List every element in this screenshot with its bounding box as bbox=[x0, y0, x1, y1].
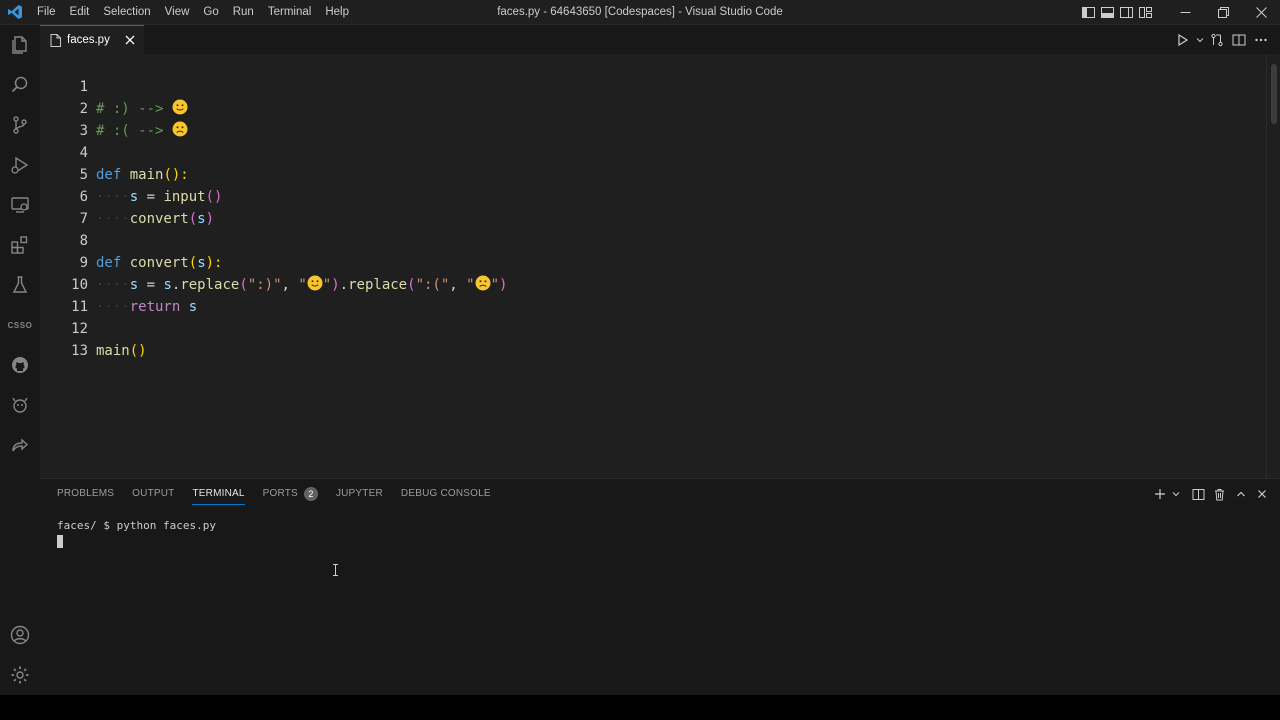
menu-view[interactable]: View bbox=[158, 0, 197, 25]
css-icon[interactable]: CSSO bbox=[0, 305, 40, 345]
tab-label: PROBLEMS bbox=[57, 488, 115, 499]
tab-terminal[interactable]: TERMINAL bbox=[183, 479, 253, 509]
tab-label: JUPYTER bbox=[335, 488, 383, 499]
editor-scrollbar[interactable] bbox=[1266, 54, 1280, 478]
tab-debug-console[interactable]: DEBUG CONSOLE bbox=[392, 479, 500, 509]
chevron-down-icon[interactable] bbox=[1194, 29, 1206, 51]
tab-label: PORTS bbox=[262, 488, 298, 499]
toggle-panel-icon[interactable] bbox=[1098, 0, 1116, 25]
close-window-icon[interactable] bbox=[1242, 0, 1280, 25]
code-line: 7 bbox=[40, 186, 1240, 227]
live-share-icon[interactable] bbox=[0, 425, 40, 465]
github-icon[interactable] bbox=[0, 345, 40, 385]
toggle-primary-sidebar-icon[interactable] bbox=[1079, 0, 1097, 25]
menu-file[interactable]: File bbox=[30, 0, 63, 25]
tab-label: TERMINAL bbox=[192, 488, 245, 499]
terminal-output[interactable]: faces/ $ python faces.py bbox=[57, 519, 216, 533]
minimize-icon[interactable] bbox=[1166, 0, 1204, 25]
trash-icon[interactable] bbox=[1209, 483, 1230, 505]
maximize-panel-icon[interactable] bbox=[1230, 483, 1251, 505]
manage-icon[interactable] bbox=[0, 655, 40, 695]
remote-explorer-icon[interactable] bbox=[0, 185, 40, 225]
menu-selection[interactable]: Selection bbox=[96, 0, 157, 25]
line-number: 13 bbox=[71, 343, 88, 359]
css-icon-text: CSSO bbox=[7, 320, 33, 330]
function-name: main bbox=[96, 343, 130, 359]
run-debug-icon[interactable] bbox=[0, 145, 40, 185]
menu-go[interactable]: Go bbox=[196, 0, 225, 25]
code-line: 1 # :) --> bbox=[40, 54, 1240, 117]
bottom-panel: PROBLEMS OUTPUT TERMINAL PORTS 2 JUPYTER … bbox=[40, 478, 1280, 695]
tab-ports[interactable]: PORTS 2 bbox=[254, 479, 327, 509]
vscode-logo-icon bbox=[0, 0, 30, 25]
text-cursor-icon bbox=[332, 564, 339, 576]
code-line: 2 # :( --> bbox=[40, 76, 1240, 139]
menu-run[interactable]: Run bbox=[226, 0, 261, 25]
letterbox-bar bbox=[0, 695, 1280, 720]
code-line: 5 ····s = input() bbox=[40, 142, 1240, 205]
code-line: 3 bbox=[40, 98, 1240, 139]
more-actions-icon[interactable] bbox=[1250, 29, 1272, 51]
run-file-icon[interactable] bbox=[1172, 29, 1194, 51]
tab-faces-py[interactable]: faces.py bbox=[40, 25, 144, 54]
terminal-cursor bbox=[57, 535, 63, 548]
code-line: 8 def convert(s): bbox=[40, 208, 1240, 271]
close-panel-icon[interactable] bbox=[1251, 483, 1272, 505]
punctuation: () bbox=[129, 343, 147, 359]
menu-edit[interactable]: Edit bbox=[63, 0, 97, 25]
toggle-secondary-sidebar-icon[interactable] bbox=[1117, 0, 1135, 25]
explorer-icon[interactable] bbox=[0, 25, 40, 65]
code-editor[interactable]: 1 # :) --> 2 # :( --> 3 4 def main(): 5 … bbox=[40, 54, 1280, 478]
tab-label: DEBUG CONSOLE bbox=[400, 488, 491, 499]
code-line: 9 ····s = s.replace(":)", " ").replace(":… bbox=[40, 230, 1240, 293]
menu-bar: File Edit Selection View Go Run Terminal… bbox=[30, 0, 356, 25]
compare-changes-icon[interactable] bbox=[1206, 29, 1228, 51]
search-icon[interactable] bbox=[0, 65, 40, 105]
menu-terminal[interactable]: Terminal bbox=[261, 0, 318, 25]
tab-problems[interactable]: PROBLEMS bbox=[48, 479, 123, 509]
code-line: 13 bbox=[40, 318, 1240, 359]
customize-layout-icon[interactable] bbox=[1136, 0, 1154, 25]
code-line: 4 def main(): bbox=[40, 120, 1240, 183]
code-line: 11 bbox=[40, 274, 1240, 315]
code-line: 10 ····return s bbox=[40, 252, 1240, 315]
activity-bar: CSSO bbox=[0, 25, 40, 695]
ports-count-badge: 2 bbox=[303, 487, 318, 501]
restore-icon[interactable] bbox=[1204, 0, 1242, 25]
tab-label: OUTPUT bbox=[132, 488, 175, 499]
chevron-down-icon[interactable] bbox=[1170, 483, 1182, 505]
file-icon bbox=[50, 33, 61, 47]
split-editor-icon[interactable] bbox=[1228, 29, 1250, 51]
source-control-icon[interactable] bbox=[0, 105, 40, 145]
tab-label: faces.py bbox=[67, 34, 110, 46]
split-terminal-icon[interactable] bbox=[1188, 483, 1209, 505]
title-bar: File Edit Selection View Go Run Terminal… bbox=[0, 0, 1280, 25]
code-line: 6 ····convert(s) bbox=[40, 164, 1240, 227]
code-line: 12 main() bbox=[40, 296, 1240, 359]
close-icon[interactable] bbox=[123, 33, 137, 47]
tab-jupyter[interactable]: JUPYTER bbox=[327, 479, 392, 509]
testing-icon[interactable] bbox=[0, 265, 40, 305]
menu-help[interactable]: Help bbox=[318, 0, 356, 25]
tab-output[interactable]: OUTPUT bbox=[123, 479, 183, 509]
accounts-icon[interactable] bbox=[0, 615, 40, 655]
codespaces-icon[interactable] bbox=[0, 385, 40, 425]
new-terminal-icon[interactable] bbox=[1149, 483, 1170, 505]
extensions-icon[interactable] bbox=[0, 225, 40, 265]
editor-tab-bar: faces.py bbox=[40, 25, 1280, 54]
scrollbar-thumb[interactable] bbox=[1271, 64, 1277, 124]
